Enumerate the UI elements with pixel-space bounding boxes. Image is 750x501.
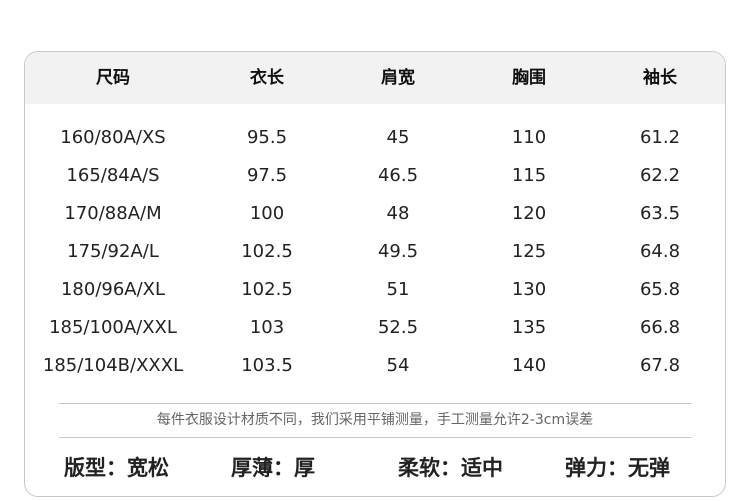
cell-length: 100	[249, 203, 285, 224]
cell-chest: 125	[511, 241, 547, 262]
cell-size: 185/100A/XXL	[49, 317, 177, 338]
cell-sleeve: 64.8	[639, 241, 681, 262]
table-row: 180/96A/XL 102.5 51 130 65.8	[25, 271, 725, 309]
cell-size: 160/80A/XS	[60, 127, 166, 148]
cell-length: 103	[249, 317, 285, 338]
attribute-softness: 柔软：适中	[398, 456, 503, 480]
table-row: 170/88A/M 100 48 120 63.5	[25, 195, 725, 233]
garment-attributes: 版型：宽松 厚薄：厚 柔软：适中 弹力：无弹	[25, 448, 725, 488]
cell-sleeve: 63.5	[639, 203, 681, 224]
cell-size: 185/104B/XXXL	[42, 355, 184, 376]
cell-sleeve: 67.8	[639, 355, 681, 376]
cell-chest: 120	[511, 203, 547, 224]
attribute-thickness: 厚薄：厚	[231, 456, 315, 480]
cell-chest: 115	[511, 165, 547, 186]
cell-sleeve: 62.2	[639, 165, 681, 186]
header-shoulder: 肩宽	[381, 68, 415, 88]
attribute-elasticity: 弹力：无弹	[565, 456, 670, 480]
cell-length: 95.5	[246, 127, 288, 148]
table-row: 185/100A/XXL 103 52.5 135 66.8	[25, 309, 725, 347]
cell-sleeve: 61.2	[639, 127, 681, 148]
cell-chest: 140	[511, 355, 547, 376]
divider-bottom	[59, 437, 691, 438]
cell-sleeve: 66.8	[639, 317, 681, 338]
cell-length: 102.5	[241, 241, 293, 262]
cell-size: 180/96A/XL	[60, 279, 166, 300]
table-row: 160/80A/XS 95.5 45 110 61.2	[25, 119, 725, 157]
measurement-note: 每件衣服设计材质不同，我们采用平铺测量，手工测量允许2-3cm误差	[156, 412, 594, 428]
cell-sleeve: 65.8	[639, 279, 681, 300]
cell-shoulder: 49.5	[377, 241, 419, 262]
cell-shoulder: 52.5	[377, 317, 419, 338]
header-length: 衣长	[250, 68, 284, 88]
cell-shoulder: 46.5	[377, 165, 419, 186]
header-chest: 胸围	[512, 68, 546, 88]
header-size: 尺码	[96, 68, 130, 88]
cell-shoulder: 51	[386, 279, 410, 300]
cell-chest: 130	[511, 279, 547, 300]
attribute-fit: 版型：宽松	[64, 456, 169, 480]
cell-size: 165/84A/S	[66, 165, 160, 186]
cell-shoulder: 54	[386, 355, 410, 376]
cell-size: 175/92A/L	[67, 241, 159, 262]
table-row: 185/104B/XXXL 103.5 54 140 67.8	[25, 347, 725, 385]
cell-length: 97.5	[246, 165, 288, 186]
table-row: 165/84A/S 97.5 46.5 115 62.2	[25, 157, 725, 195]
table-row: 175/92A/L 102.5 49.5 125 64.8	[25, 233, 725, 271]
size-chart-card: 尺码 衣长 肩宽 胸围 袖长 160/80A/XS 95.5 45 110 61…	[24, 51, 726, 497]
header-sleeve: 袖长	[643, 68, 677, 88]
cell-chest: 110	[511, 127, 547, 148]
cell-length: 102.5	[241, 279, 293, 300]
cell-shoulder: 48	[386, 203, 410, 224]
cell-chest: 135	[511, 317, 547, 338]
cell-length: 103.5	[241, 355, 293, 376]
cell-size: 170/88A/M	[64, 203, 162, 224]
table-header: 尺码 衣长 肩宽 胸围 袖长	[25, 52, 725, 104]
cell-shoulder: 45	[386, 127, 410, 148]
